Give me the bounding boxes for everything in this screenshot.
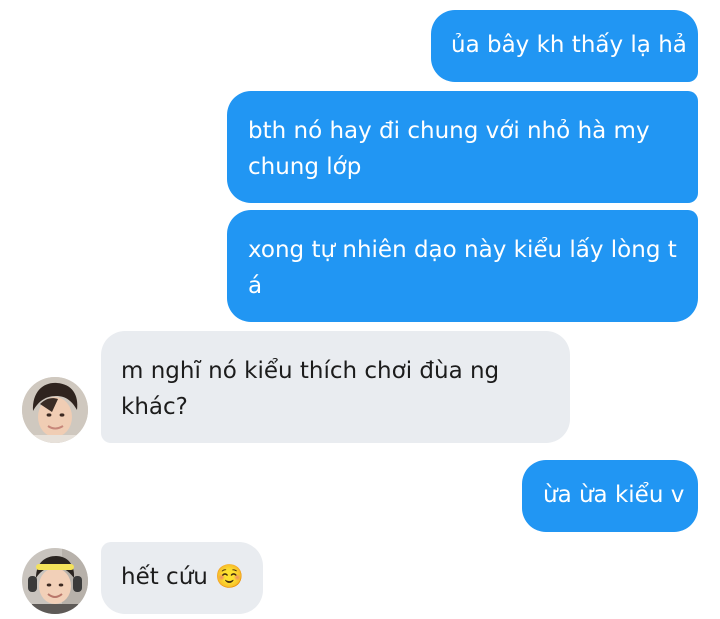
chat-screen: { "messages": [ { "id": 1, "direction": …	[0, 0, 720, 619]
message-text: á	[248, 273, 263, 299]
outgoing-message-bubble[interactable]: bth nó hay đi chung với nhỏ hà my chung …	[227, 91, 698, 203]
outgoing-message-bubble[interactable]: ủa bây kh thấy lạ hả	[431, 10, 698, 82]
message-text: xong tự nhiên dạo này kiểu lấy lòng t	[248, 237, 677, 263]
outgoing-message-bubble[interactable]: ừa ừa kiểu v	[522, 460, 698, 532]
message-text: ủa bây kh thấy lạ hả	[451, 32, 687, 58]
message-text: ừa ừa kiểu v	[543, 482, 685, 508]
outgoing-message-bubble[interactable]: xong tự nhiên dạo này kiểu lấy lòng t á	[227, 210, 698, 322]
incoming-message-bubble[interactable]: m nghĩ nó kiểu thích chơi đùa ng khác?	[101, 331, 570, 443]
contact-avatar[interactable]	[22, 377, 88, 443]
message-text: khác?	[121, 394, 188, 420]
message-text: m nghĩ nó kiểu thích chơi đùa ng	[121, 358, 500, 384]
message-text: hết cứu ☺️	[121, 564, 244, 590]
incoming-message-bubble[interactable]: hết cứu ☺️	[101, 542, 263, 614]
message-text: chung lớp	[248, 154, 362, 180]
message-text: bth nó hay đi chung với nhỏ hà my	[248, 118, 650, 144]
contact-avatar[interactable]	[22, 548, 88, 614]
